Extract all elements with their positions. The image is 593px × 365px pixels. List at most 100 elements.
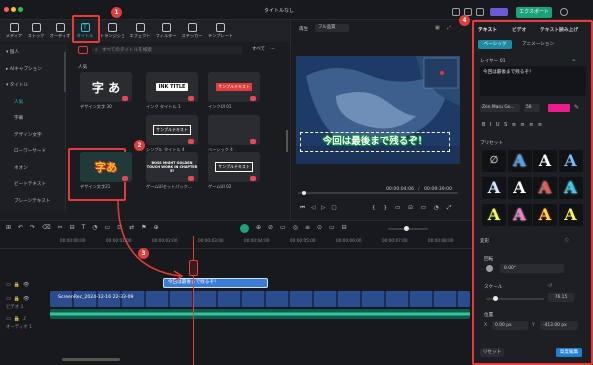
download-badge-icon[interactable]	[250, 96, 256, 101]
text-content-input[interactable]: 今回は最後まで残るぞ！	[480, 66, 586, 96]
quality-select[interactable]: フル品質	[315, 24, 349, 32]
prop-tab-2[interactable]: テキスト読み上げ	[540, 26, 578, 33]
download-badge-icon[interactable]	[250, 139, 256, 144]
tool-label: ストック	[27, 33, 45, 38]
scale-reset-icon[interactable]: ↺	[548, 283, 552, 289]
preset-item[interactable]: A	[558, 204, 583, 226]
sidebar-item-7[interactable]: ネオン	[14, 164, 72, 174]
preset-item[interactable]: A	[482, 204, 506, 226]
preset-item[interactable]: A	[507, 177, 532, 199]
download-badge-icon[interactable]	[188, 96, 194, 101]
sidebar-item-1[interactable]: ▸ AIキャプション	[6, 65, 64, 75]
tool-0[interactable]: メディア	[2, 22, 26, 41]
eyedropper-icon[interactable]: ✎	[574, 104, 579, 111]
timeline-scrollbar[interactable]	[62, 358, 120, 361]
snapshot-icon[interactable]: ▣	[435, 25, 440, 31]
preset-item[interactable]: A	[507, 204, 532, 226]
prop-tab-0[interactable]: テキスト	[478, 26, 497, 33]
sidebar-item-0[interactable]: ▾ 個人	[6, 48, 64, 58]
ruler-tick: 00:00:00:00	[60, 238, 86, 243]
export-button[interactable]: エクスポート	[516, 7, 552, 18]
player-label: 再生	[299, 27, 309, 32]
download-badge-icon[interactable]	[188, 176, 194, 181]
sidebar-item-9[interactable]: プレーンテキスト	[14, 197, 72, 207]
tool-6[interactable]: フィルター	[154, 22, 178, 41]
sidebar-item-5[interactable]: デザイン文字	[14, 131, 72, 141]
sidebar-item-8[interactable]: ビートテキスト	[14, 180, 72, 190]
account-badge[interactable]	[490, 8, 508, 16]
font-size-select[interactable]: 56	[524, 104, 540, 112]
playback-controls[interactable]: ⏮◁▷▢	[300, 205, 343, 212]
video-preview[interactable]: 今回は最後まで残るぞ！	[296, 56, 460, 164]
link-icon[interactable]: ⌁	[572, 57, 576, 64]
card-thumbnail-text: 字 あ	[91, 80, 121, 95]
zoom-knob[interactable]	[404, 226, 409, 231]
preset-item[interactable]: ∅	[482, 150, 506, 172]
scale-input[interactable]: 76.15	[548, 293, 574, 302]
tool-5[interactable]: エフェクト	[128, 22, 152, 41]
cloud-icon[interactable]	[476, 8, 484, 16]
template-icon	[215, 23, 225, 32]
sidebar-item-4[interactable]: 字幕	[14, 114, 72, 124]
preset-item[interactable]: A	[533, 150, 557, 172]
keyframe-icon[interactable]: ◇	[565, 237, 569, 243]
preset-item[interactable]: A	[533, 177, 557, 199]
preset-item[interactable]: A	[482, 177, 506, 199]
close-window-button[interactable]	[4, 7, 9, 12]
ai-tool-icon[interactable]	[240, 224, 249, 233]
preset-item[interactable]: A	[558, 150, 583, 172]
timeline-tools-right[interactable]: ⊕⊘▭◎≡⊙▭⊟	[256, 224, 354, 231]
pos-x-input[interactable]: 0.00 px	[492, 321, 528, 330]
tool-1[interactable]: ストック	[24, 22, 48, 41]
import-icon[interactable]	[78, 46, 88, 54]
prop-tab-1[interactable]: ビデオ	[512, 26, 526, 33]
search-placeholder: すべてのタイトルを検索	[102, 48, 153, 53]
expand-icon[interactable]: ⤢	[447, 25, 451, 31]
pos-y-input[interactable]: -413.00 px	[540, 321, 578, 330]
text-style-buttons[interactable]: BIUS≡≡≡≡	[482, 122, 547, 128]
sidebar-item-6[interactable]: ローワーサード	[14, 147, 72, 157]
tool-4[interactable]: トランジション	[100, 22, 124, 41]
tool-3[interactable]: T タイトル	[73, 22, 97, 41]
layout-icon[interactable]	[452, 8, 460, 16]
library-scrollbar[interactable]	[286, 130, 288, 152]
maximize-window-button[interactable]	[18, 7, 23, 12]
more-icon[interactable]: ⋯	[270, 46, 275, 52]
video-clip[interactable]: ScreenRec_2024-12-16 22-33-09	[50, 291, 470, 307]
rotate-dial[interactable]	[486, 265, 493, 272]
sidebar-item-3[interactable]: 人気	[14, 98, 72, 108]
tool-8[interactable]: テンプレート	[208, 22, 232, 41]
search-input[interactable]: ⌕ すべてのタイトルを検索	[92, 46, 242, 54]
preset-item[interactable]: A	[533, 204, 557, 226]
download-badge-icon[interactable]	[122, 96, 128, 101]
video-track-controls[interactable]: ▭🔒👁	[6, 296, 32, 302]
text-color-swatch[interactable]	[548, 104, 570, 112]
sidebar-item-2[interactable]: ▾ タイトル	[6, 81, 64, 91]
avatar[interactable]	[560, 8, 568, 16]
minimize-window-button[interactable]	[11, 7, 16, 12]
advanced-edit-button[interactable]: 高度編集	[556, 348, 582, 357]
download-badge-icon[interactable]	[188, 139, 194, 144]
preset-item[interactable]: A	[507, 150, 532, 172]
caption-selection-box[interactable]: 今回は最後まで残るぞ！	[300, 132, 450, 152]
scale-knob[interactable]	[493, 296, 498, 301]
reset-button[interactable]: リセット	[480, 348, 504, 357]
font-select[interactable]: Zen Maru Go...	[480, 104, 520, 112]
audio-clip[interactable]	[50, 309, 470, 319]
preset-item[interactable]: A	[558, 177, 583, 199]
download-badge-icon[interactable]	[122, 176, 128, 181]
preview-tools[interactable]: {}▭⊡▭◔⤢	[372, 205, 459, 212]
pos-x-value: 0.00	[495, 323, 505, 328]
rotate-input[interactable]: 0.00°	[500, 264, 564, 273]
tool-2[interactable]: オーディオ	[48, 22, 72, 41]
card-thumbnail-text: BOSS MIGHT GOLDEN TOUCH WORK IN CHAPTER …	[146, 161, 198, 173]
tool-7[interactable]: ステッカー	[180, 22, 204, 41]
scrubber-knob[interactable]	[302, 190, 306, 195]
tool-label: エフェクト	[129, 33, 151, 38]
subtab-basic[interactable]: ベーシック	[478, 40, 512, 49]
subtab-animation[interactable]: アニメーション	[522, 41, 554, 47]
title-track-controls[interactable]: ▭🔒👁	[6, 282, 32, 288]
audio-track-controls[interactable]: ▭🔒♪	[6, 316, 29, 322]
download-badge-icon[interactable]	[250, 176, 256, 181]
filter-dropdown[interactable]: すべて	[252, 46, 265, 52]
